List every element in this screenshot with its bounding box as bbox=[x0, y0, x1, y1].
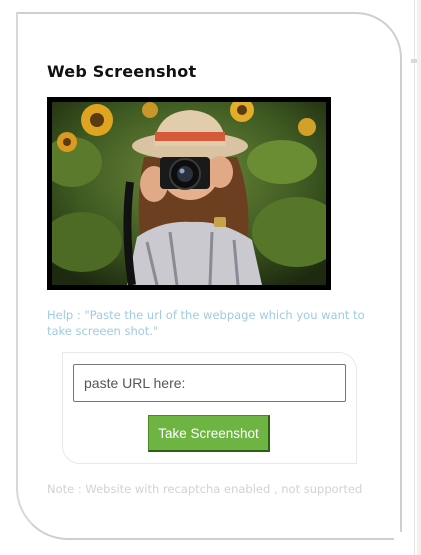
help-text: Help : "Paste the url of the webpage whi… bbox=[47, 308, 365, 338]
recaptcha-note: Note : Website with recaptcha enabled , … bbox=[47, 482, 363, 496]
divider bbox=[414, 0, 415, 555]
page-title: Web Screenshot bbox=[47, 62, 197, 81]
camera-photo-illustration bbox=[52, 102, 326, 285]
preview-image bbox=[47, 97, 331, 290]
take-screenshot-button[interactable]: Take Screenshot bbox=[148, 415, 270, 452]
scroll-marker bbox=[411, 59, 417, 63]
url-input[interactable] bbox=[73, 364, 346, 402]
scrollbar-rail[interactable] bbox=[417, 0, 421, 555]
